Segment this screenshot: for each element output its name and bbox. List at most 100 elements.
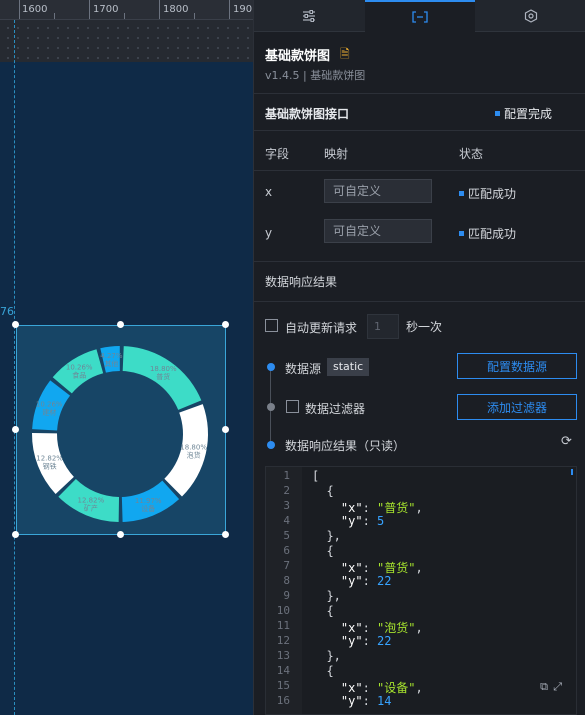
code-line: "y": 14 bbox=[340, 694, 392, 708]
coordinate-label: 76 bbox=[0, 305, 14, 318]
horizontal-ruler: 1600 1700 1800 190 bbox=[0, 0, 253, 20]
line-number: 16 bbox=[276, 694, 290, 707]
column-header-status: 状态 bbox=[459, 147, 484, 161]
slice-percent-label: 10.26% bbox=[66, 363, 93, 371]
line-number: 11 bbox=[276, 619, 290, 632]
response-label: 数据响应结果（只读） bbox=[285, 439, 406, 453]
tab-settings[interactable] bbox=[254, 0, 364, 32]
divider bbox=[254, 130, 585, 131]
resize-handle[interactable] bbox=[222, 531, 229, 538]
slice-category-label: 普货 bbox=[156, 372, 170, 381]
slice-category-label: 食品 bbox=[72, 370, 86, 379]
status-dot bbox=[459, 191, 464, 196]
document-icon[interactable]: 🗎 bbox=[340, 45, 350, 66]
tab-data[interactable] bbox=[365, 0, 475, 32]
scroll-indicator bbox=[571, 469, 573, 475]
ruler-label: 1800 bbox=[163, 4, 189, 15]
slice-percent-label: 12.82% bbox=[36, 454, 63, 462]
fullscreen-icon[interactable]: ⤢ bbox=[553, 680, 562, 694]
resize-handle[interactable] bbox=[12, 321, 19, 328]
resize-handle[interactable] bbox=[222, 426, 229, 433]
line-number: 2 bbox=[283, 484, 290, 497]
resize-handle[interactable] bbox=[117, 321, 124, 328]
code-line: }, bbox=[312, 529, 341, 543]
component-title: 基础款饼图 bbox=[265, 49, 331, 64]
copy-icon[interactable]: ⧉ bbox=[540, 680, 548, 694]
divider bbox=[254, 170, 585, 171]
ruler-label: 1600 bbox=[22, 4, 48, 15]
sliders-icon bbox=[303, 10, 315, 22]
auto-update-label: 自动更新请求 bbox=[285, 321, 358, 335]
code-line: "y": 22 bbox=[340, 574, 392, 588]
pipeline-dot bbox=[267, 441, 275, 449]
filter-checkbox[interactable] bbox=[286, 400, 299, 413]
response-code-editor[interactable]: 1[2 {3 "x": "普货", 4 "y": 55 }, 6 {7 "x": "… bbox=[265, 466, 577, 715]
guide-line bbox=[14, 20, 15, 715]
line-number: 13 bbox=[276, 649, 290, 662]
ruler-label: 190 bbox=[233, 4, 253, 15]
resize-handle[interactable] bbox=[12, 426, 19, 433]
slice-percent-label: 4.27% bbox=[100, 352, 123, 360]
ruler-label: 1700 bbox=[93, 4, 119, 15]
resize-handle[interactable] bbox=[117, 531, 124, 538]
editor-canvas[interactable]: 1600 1700 1800 190 76 18.80% 普货 18.80% 泡货 11… bbox=[0, 0, 253, 715]
slice-percent-label: 18.80% bbox=[180, 444, 207, 452]
line-number: 9 bbox=[283, 589, 290, 602]
mapping-input-x[interactable]: 可自定义 bbox=[324, 179, 432, 203]
pipeline-dot bbox=[267, 403, 275, 411]
divider bbox=[254, 261, 585, 262]
filter-label: 数据过滤器 bbox=[305, 402, 366, 416]
code-line: { bbox=[312, 604, 334, 618]
column-header-mapping: 映射 bbox=[324, 147, 349, 161]
interval-input[interactable]: 1 bbox=[367, 314, 399, 339]
add-filter-button[interactable]: 添加过滤器 bbox=[457, 394, 577, 420]
match-status-text: 匹配成功 bbox=[468, 227, 517, 241]
code-line: }, bbox=[312, 589, 341, 603]
tab-interaction[interactable] bbox=[476, 0, 585, 32]
interval-unit: 秒一次 bbox=[406, 320, 443, 334]
resize-handle[interactable] bbox=[12, 531, 19, 538]
match-status-y: 匹配成功 bbox=[459, 225, 516, 242]
code-line: { bbox=[312, 544, 334, 558]
refresh-icon[interactable]: ⟳ bbox=[561, 434, 572, 449]
line-number: 4 bbox=[283, 514, 290, 527]
donut-chart[interactable]: 18.80%普货18.80%泡货11.97%设备12.82%矿产12.82%钢铁… bbox=[16, 325, 226, 535]
slice-category-label: 建材 bbox=[42, 408, 56, 417]
line-number: 5 bbox=[283, 529, 290, 542]
slice-category-label: 其他 bbox=[104, 359, 118, 368]
component-version: v1.4.5 | 基础款饼图 bbox=[265, 69, 366, 82]
status-dot bbox=[495, 111, 500, 116]
code-line: [ bbox=[312, 469, 320, 483]
response-section-title: 数据响应结果 bbox=[265, 275, 338, 289]
mapping-input-y[interactable]: 可自定义 bbox=[324, 219, 432, 243]
slice-percent-label: 10.26% bbox=[36, 401, 63, 409]
line-number: 10 bbox=[276, 604, 290, 617]
auto-update-checkbox[interactable] bbox=[265, 319, 278, 332]
code-line: { bbox=[312, 664, 334, 678]
line-number: 1 bbox=[283, 469, 290, 482]
line-number: 3 bbox=[283, 499, 290, 512]
slice-percent-label: 12.82% bbox=[78, 497, 105, 505]
bracket-icon bbox=[412, 11, 428, 23]
divider bbox=[254, 301, 585, 302]
slice-category-label: 设备 bbox=[141, 504, 155, 513]
match-status-x: 匹配成功 bbox=[459, 185, 516, 202]
line-number: 7 bbox=[283, 559, 290, 572]
status-dot bbox=[459, 231, 464, 236]
slice-percent-label: 18.80% bbox=[150, 365, 177, 373]
code-line: "y": 5 bbox=[340, 514, 385, 528]
line-number: 6 bbox=[283, 544, 290, 557]
field-name-y: y bbox=[265, 226, 273, 240]
match-status-text: 匹配成功 bbox=[468, 187, 517, 201]
field-name-x: x bbox=[265, 185, 273, 199]
pipeline-dot bbox=[267, 363, 275, 371]
resize-handle[interactable] bbox=[222, 321, 229, 328]
code-line: { bbox=[312, 484, 334, 498]
panel-tabs bbox=[254, 0, 585, 32]
config-datasource-button[interactable]: 配置数据源 bbox=[457, 353, 577, 379]
line-number: 15 bbox=[276, 679, 290, 692]
slice-percent-label: 11.97% bbox=[135, 497, 162, 505]
line-number: 8 bbox=[283, 574, 290, 587]
config-status: 配置完成 bbox=[495, 105, 552, 122]
slice-category-label: 泡货 bbox=[187, 451, 201, 460]
